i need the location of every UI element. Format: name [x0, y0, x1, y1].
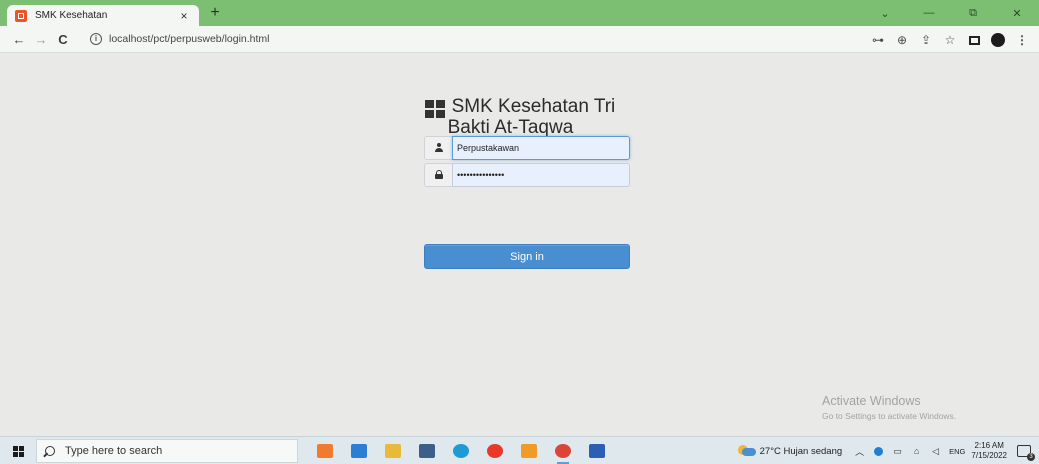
watermark-title: Activate Windows	[822, 394, 921, 408]
minimize-button[interactable]: —	[907, 0, 951, 26]
brand-title-line2: Bakti At-Taqwa	[447, 117, 574, 138]
password-addon	[424, 163, 452, 187]
bookmark-star-icon[interactable]: ☆	[939, 29, 961, 51]
forward-button[interactable]: →	[30, 28, 52, 50]
browser-tab[interactable]: SMK Kesehatan ×	[7, 5, 199, 26]
taskbar-apps	[308, 437, 614, 464]
search-placeholder: Type here to search	[65, 445, 163, 457]
taskbar-app-word[interactable]	[580, 437, 614, 464]
user-icon	[434, 143, 444, 153]
username-input[interactable]	[452, 136, 630, 160]
clock-date: 7/15/2022	[971, 451, 1007, 460]
new-tab-button[interactable]: +	[206, 4, 224, 22]
url-text[interactable]: localhost/pct/perpusweb/login.html	[109, 33, 270, 45]
mail-icon	[351, 444, 367, 458]
activate-windows-watermark: Activate Windows Go to Settings to activ…	[822, 394, 956, 421]
sublime-icon	[521, 444, 537, 458]
reload-icon: C	[58, 31, 68, 47]
network-icon[interactable]: ⌂	[910, 445, 923, 458]
address-bar[interactable]: i localhost/pct/perpusweb/login.html	[82, 29, 882, 49]
window-controls: ⌄ — ⧉ ✕	[863, 0, 1039, 26]
restore-button[interactable]: ⧉	[951, 0, 995, 26]
taskbar-app-xampp[interactable]	[308, 437, 342, 464]
brand-title: SMK Kesehatan Tri Bakti At-Taqwa	[447, 96, 630, 138]
watermark-subtitle: Go to Settings to activate Windows.	[822, 411, 957, 421]
grid-logo-icon	[425, 100, 446, 118]
language-indicator[interactable]: ENG	[949, 447, 965, 456]
password-input[interactable]	[452, 163, 630, 187]
tab-search-button[interactable]: ⌄	[863, 0, 907, 26]
windows-logo-icon	[12, 445, 24, 457]
start-button[interactable]	[0, 437, 36, 464]
reload-button[interactable]: C	[52, 28, 74, 50]
page-content: SMK Kesehatan Tri Bakti At-Taqwa Sign in…	[0, 54, 1039, 436]
taskbar-app-mail[interactable]	[342, 437, 376, 464]
taskbar-app-sublime[interactable]	[512, 437, 546, 464]
share-icon[interactable]: ⇪	[915, 29, 937, 51]
volume-icon[interactable]: ◁	[929, 445, 942, 458]
lock-icon	[434, 170, 444, 180]
arrow-left-icon: ←	[12, 31, 26, 47]
weather-text[interactable]: 27°C Hujan sedang	[760, 446, 843, 457]
site-info-icon[interactable]: i	[90, 33, 102, 45]
username-addon	[424, 136, 452, 160]
menu-kebab-icon[interactable]: ⋮	[1011, 29, 1033, 51]
clock-time: 2:16 AM	[974, 441, 1004, 450]
word-icon	[589, 444, 605, 458]
weather-icon[interactable]	[737, 445, 756, 457]
system-tray: 27°C Hujan sedang ︿ ▭ ⌂ ◁ ENG 2:16 AM 7/…	[737, 437, 1039, 464]
taskbar-app-opera[interactable]	[478, 437, 512, 464]
opera-icon	[487, 444, 503, 458]
tab-close-button[interactable]: ×	[177, 9, 191, 23]
brand-header: SMK Kesehatan Tri Bakti At-Taqwa	[424, 96, 630, 138]
taskbar-app-chrome[interactable]	[546, 437, 580, 464]
zoom-icon[interactable]: ⊕	[891, 29, 913, 51]
key-icon[interactable]: ⊶	[867, 29, 889, 51]
sign-in-button[interactable]: Sign in	[424, 244, 630, 269]
back-button[interactable]: ←	[8, 28, 30, 50]
side-panel-icon[interactable]	[963, 29, 985, 51]
username-group	[424, 136, 630, 160]
chevron-up-icon[interactable]: ︿	[853, 445, 866, 458]
chrome-icon	[555, 444, 571, 458]
taskbar-app-explorer[interactable]	[376, 437, 410, 464]
taskbar-app-edge[interactable]	[444, 437, 478, 464]
edge-icon	[453, 444, 469, 458]
brand-title-line1: SMK Kesehatan Tri	[451, 96, 616, 117]
login-form: SMK Kesehatan Tri Bakti At-Taqwa Sign in	[424, 96, 630, 269]
calculator-icon	[419, 444, 435, 458]
clock[interactable]: 2:16 AM 7/15/2022	[971, 441, 1007, 461]
notification-icon[interactable]	[1017, 445, 1035, 461]
arrow-right-icon: →	[34, 31, 48, 47]
profile-avatar[interactable]	[987, 29, 1009, 51]
xampp-icon	[317, 444, 333, 458]
taskbar-app-calculator[interactable]	[410, 437, 444, 464]
file-explorer-icon	[385, 444, 401, 458]
windows-taskbar: Type here to search 27°C Hujan sedang ︿ …	[0, 436, 1039, 464]
app-tray-icon[interactable]	[872, 445, 885, 458]
taskbar-search-box[interactable]: Type here to search	[36, 439, 298, 463]
password-group	[424, 163, 630, 187]
browser-toolbar: ← → C i localhost/pct/perpusweb/login.ht…	[0, 26, 1039, 53]
close-window-button[interactable]: ✕	[995, 0, 1039, 26]
search-icon	[45, 446, 55, 456]
battery-icon[interactable]: ▭	[891, 445, 904, 458]
toolbar-actions: ⊶ ⊕ ⇪ ☆ ⋮	[865, 29, 1033, 51]
favicon-icon	[15, 9, 27, 22]
browser-tab-strip: SMK Kesehatan × + ⌄ — ⧉ ✕	[0, 0, 1039, 26]
tab-title: SMK Kesehatan	[35, 10, 108, 21]
